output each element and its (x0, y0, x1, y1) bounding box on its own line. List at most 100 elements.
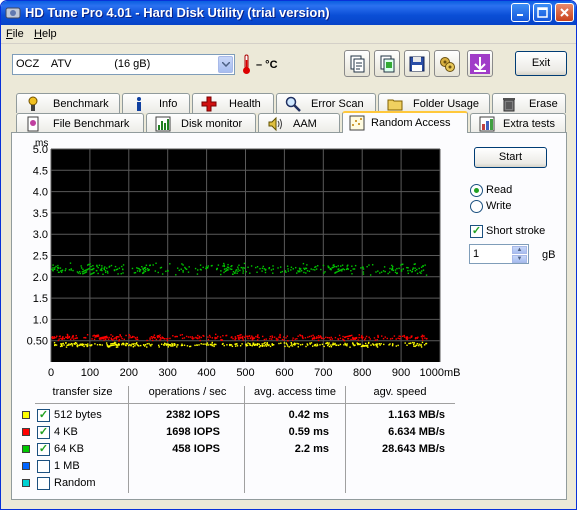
tab-benchmark[interactable]: Benchmark (16, 93, 120, 113)
scatter-point (76, 344, 79, 346)
scatter-point (392, 265, 394, 268)
scatter-point (118, 344, 121, 346)
scatter-point (335, 266, 338, 268)
tab-extra-tests[interactable]: Extra tests (470, 113, 566, 133)
close-button[interactable] (555, 3, 574, 22)
scatter-point (396, 267, 398, 270)
scatter-point (136, 336, 138, 339)
scatter-point (425, 274, 428, 276)
scatter-point (248, 335, 251, 337)
short-stroke-size-stepper[interactable]: 1 ▲ ▼ (469, 244, 529, 264)
scatter-point (242, 270, 244, 272)
stepper-down-icon[interactable]: ▼ (512, 255, 527, 263)
column-header: operations / sec (148, 386, 227, 398)
scatter-point (146, 343, 148, 345)
series-checkbox[interactable] (37, 477, 50, 490)
scatter-point (299, 268, 302, 270)
tab-info[interactable]: Info (122, 93, 190, 113)
tab-aam[interactable]: AAM (258, 113, 340, 133)
tab-file-benchmark[interactable]: File Benchmark (16, 113, 144, 133)
scatter-point (398, 267, 400, 270)
scatter-point (291, 339, 294, 341)
scatter-point (114, 337, 116, 339)
access-time-value: 0.42 ms (288, 409, 329, 421)
scatter-point (143, 344, 145, 346)
tab-random-access[interactable]: Random Access (342, 111, 468, 133)
scatter-point (118, 267, 121, 269)
scatter-point (410, 342, 412, 344)
scatter-point (102, 273, 104, 276)
scatter-point (346, 344, 348, 347)
scatter-point (412, 343, 415, 346)
scatter-point (262, 265, 265, 268)
scatter-point (155, 262, 157, 264)
scatter-point (366, 265, 368, 268)
scatter-point (275, 337, 278, 340)
scatter-point (391, 337, 394, 340)
copy-screenshot-button[interactable] (374, 50, 400, 77)
minimize-button[interactable] (511, 3, 530, 22)
title-bar[interactable]: HD Tune Pro 4.01 - Hard Disk Utility (tr… (1, 1, 576, 25)
chevron-down-icon[interactable] (218, 56, 233, 73)
scatter-point (62, 337, 64, 339)
stepper-up-icon[interactable]: ▲ (512, 246, 527, 254)
write-radio[interactable] (470, 200, 483, 213)
scatter-point (265, 345, 268, 347)
scatter-point (334, 336, 337, 339)
series-checkbox[interactable]: ✓ (37, 426, 50, 439)
scatter-point (412, 341, 414, 344)
series-color-swatch (22, 445, 30, 453)
scatter-point (90, 273, 92, 275)
series-label: 1 MB (54, 460, 80, 472)
options-button[interactable] (434, 50, 460, 77)
read-radio[interactable] (470, 184, 483, 197)
scatter-point (156, 336, 159, 338)
start-button[interactable]: Start (474, 147, 547, 168)
scatter-point (393, 335, 396, 337)
scatter-point (52, 267, 54, 269)
x-tick-label: 900 (392, 367, 410, 379)
drive-select[interactable]: OCZ ATV (16 gB) (12, 54, 235, 75)
tab-disk-monitor[interactable]: Disk monitor (146, 113, 256, 133)
tab-erase[interactable]: Erase (492, 93, 566, 113)
scatter-point (261, 270, 263, 272)
copy-text-button[interactable] (344, 50, 370, 77)
tab-health[interactable]: Health (192, 93, 274, 113)
tab-error-scan[interactable]: Error Scan (276, 93, 376, 113)
scatter-point (269, 338, 271, 340)
menu-help[interactable]: Help (34, 28, 57, 40)
scatter-point (194, 344, 196, 347)
menu-file[interactable]: File (6, 28, 24, 40)
scatter-point (420, 346, 423, 348)
scatter-point (422, 265, 424, 267)
series-checkbox[interactable]: ✓ (37, 443, 50, 456)
operations-value: 2382 IOPS (166, 409, 220, 421)
scatter-point (116, 346, 119, 348)
scatter-point (398, 335, 400, 337)
scatter-point (256, 271, 258, 273)
scatter-point (54, 344, 56, 346)
scatter-point (290, 266, 293, 268)
scatter-point (196, 344, 198, 346)
scatter-point (232, 337, 234, 340)
scatter-point (416, 342, 419, 345)
scatter-point (414, 267, 416, 269)
scatter-point (323, 272, 325, 274)
exit-button[interactable]: Exit (515, 51, 567, 76)
save-button[interactable] (404, 50, 430, 77)
scatter-point (57, 339, 60, 342)
scatter-point (185, 335, 188, 338)
short-stroke-checkbox[interactable]: ✓ (470, 225, 483, 238)
tab-folder-usage[interactable]: Folder Usage (378, 93, 490, 113)
scatter-point (320, 336, 322, 338)
maximize-button[interactable] (533, 3, 552, 22)
x-tick-label: 1000mB (420, 367, 461, 379)
scatter-point (129, 335, 131, 337)
scatter-point (384, 270, 386, 273)
series-checkbox[interactable]: ✓ (37, 409, 50, 422)
scatter-point (56, 267, 59, 269)
scatter-point (69, 338, 72, 341)
series-checkbox[interactable] (37, 460, 50, 473)
scatter-point (54, 266, 56, 269)
download-button[interactable] (467, 50, 493, 77)
